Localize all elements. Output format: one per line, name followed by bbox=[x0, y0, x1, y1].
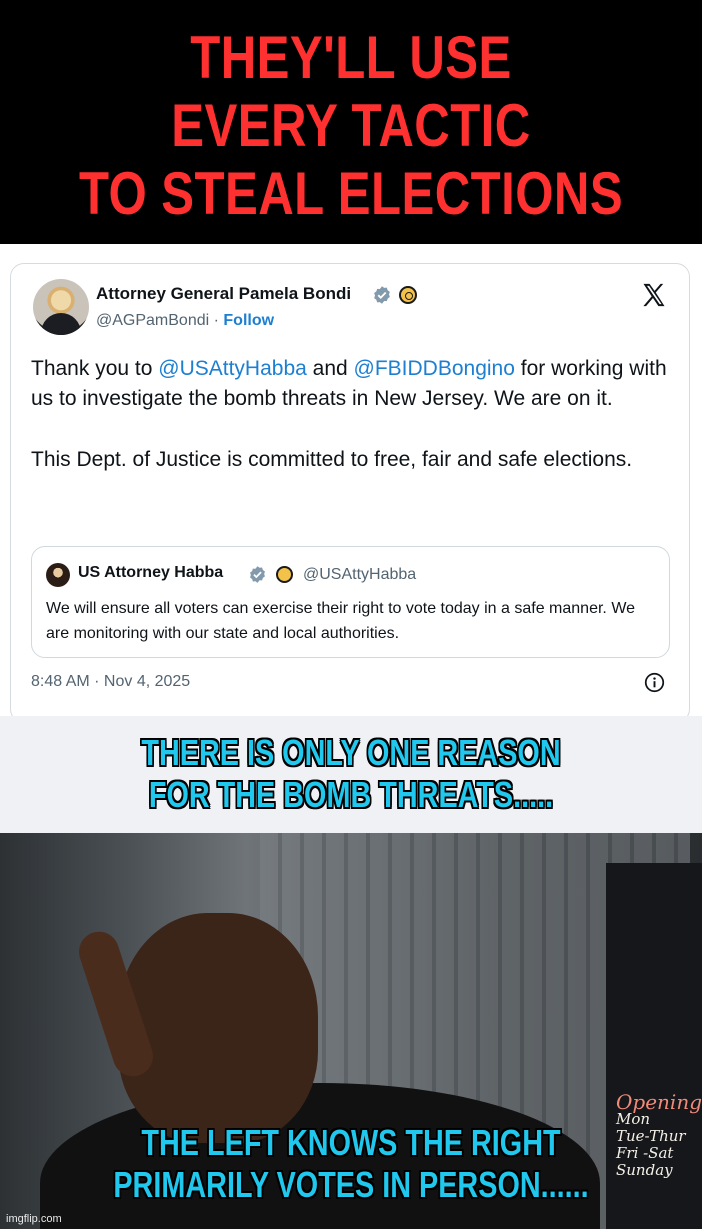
handle-separator: · bbox=[209, 312, 224, 329]
headline-line: EVERY TACTIC bbox=[171, 92, 531, 159]
quoted-author-handle[interactable]: @USAttyHabba bbox=[303, 566, 416, 584]
author-handle[interactable]: @AGPamBondi bbox=[96, 312, 209, 329]
government-seal-icon bbox=[399, 286, 417, 304]
person-head bbox=[118, 913, 318, 1143]
quoted-tweet-text: We will ensure all voters can exercise t… bbox=[46, 600, 636, 642]
mention-link-bongino[interactable]: @FBIDDBongino bbox=[354, 357, 515, 380]
headline-panel: THEY'LL USE EVERY TACTIC TO STEAL ELECTI… bbox=[0, 0, 702, 244]
tweet-text-segment: and bbox=[306, 357, 354, 380]
tweet-text-segment: Thank you to bbox=[31, 357, 159, 380]
tweet-body: Thank you to @USAttyHabba and @FBIDDBong… bbox=[31, 354, 671, 475]
mention-link-habba[interactable]: @USAttyHabba bbox=[158, 357, 307, 380]
x-logo-icon[interactable] bbox=[640, 281, 668, 309]
caption-top: THERE IS ONLY ONE REASON FOR THE BOMB TH… bbox=[70, 732, 632, 816]
caption-bottom: THE LEFT KNOWS THE RIGHT PRIMARILY VOTES… bbox=[70, 1122, 632, 1206]
government-seal-icon bbox=[276, 566, 293, 583]
tweet-paragraph-1: Thank you to @USAttyHabba and @FBIDDBong… bbox=[31, 354, 671, 414]
caption-line: THERE IS ONLY ONE REASON bbox=[141, 732, 561, 773]
headline-line: TO STEAL ELECTIONS bbox=[78, 160, 624, 227]
tweet-paragraph-2: This Dept. of Justice is committed to fr… bbox=[31, 448, 633, 471]
headline: THEY'LL USE EVERY TACTIC TO STEAL ELECTI… bbox=[63, 24, 639, 228]
caption-line: PRIMARILY VOTES IN PERSON...... bbox=[113, 1164, 589, 1205]
caption-line: FOR THE BOMB THREATS..... bbox=[148, 774, 554, 815]
sign-title: Opening bbox=[616, 1090, 702, 1114]
headline-line: THEY'LL USE bbox=[190, 24, 512, 91]
follow-link[interactable]: Follow bbox=[223, 312, 274, 329]
author-name[interactable]: Attorney General Pamela Bondi bbox=[96, 284, 351, 304]
verified-badge-icon bbox=[250, 566, 265, 583]
tweet-timestamp[interactable]: 8:48 AM · Nov 4, 2025 bbox=[31, 673, 190, 691]
quoted-author-name[interactable]: US Attorney Habba bbox=[78, 564, 223, 582]
caption-line: THE LEFT KNOWS THE RIGHT bbox=[141, 1122, 561, 1163]
imgflip-watermark: imgflip.com bbox=[6, 1213, 62, 1225]
quoted-author-avatar[interactable] bbox=[46, 563, 70, 587]
author-avatar[interactable] bbox=[33, 279, 89, 335]
author-handle-row: @AGPamBondi · Follow bbox=[96, 312, 274, 330]
info-icon[interactable] bbox=[644, 672, 665, 693]
verified-badge-icon bbox=[374, 286, 390, 304]
